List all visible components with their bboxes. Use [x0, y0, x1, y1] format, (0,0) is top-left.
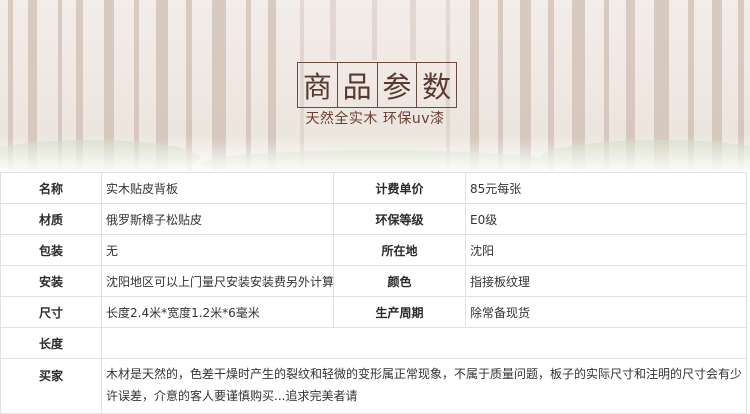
table-row: 买家 木材是天然的，色差干燥时产生的裂纹和轻微的变形属正常现象，不属于质量问题，… — [0, 358, 747, 414]
table-row: 名称 实木贴皮背板 计费单价 85元每张 — [0, 172, 747, 204]
spec-label: 材质 — [0, 203, 102, 235]
spec-label: 生产周期 — [333, 296, 466, 328]
title-char: 参 — [376, 63, 417, 107]
spec-value: E0级 — [465, 203, 747, 235]
banner-fade — [0, 138, 750, 172]
spec-label: 长度 — [0, 327, 102, 359]
table-row: 尺寸 长度2.4米*宽度1.2米*6毫米 生产周期 除常备现货 — [0, 296, 747, 328]
spec-label: 计费单价 — [333, 172, 466, 204]
spec-value: 沈阳 — [465, 234, 747, 266]
title-char: 品 — [336, 63, 377, 107]
buyer-notice-text: 木材是天然的，色差干燥时产生的裂纹和轻微的变形属正常现象，不属于质量问题，板子的… — [101, 358, 747, 414]
spec-value: 无 — [101, 234, 334, 266]
spec-value: 沈阳地区可以上门量尺安装安装费另外计算 — [101, 265, 334, 297]
title-char: 数 — [416, 63, 456, 107]
header-banner: 商 品 参 数 天然全实木 环保uv漆 — [0, 0, 750, 172]
product-spec-table: 名称 实木贴皮背板 计费单价 85元每张 材质 俄罗斯樟子松贴皮 环保等级 E0… — [0, 172, 747, 414]
spec-label: 包装 — [0, 234, 102, 266]
spec-value — [101, 327, 747, 359]
page-title: 商 品 参 数 — [297, 62, 457, 108]
spec-label: 安装 — [0, 265, 102, 297]
spec-value: 俄罗斯樟子松贴皮 — [101, 203, 334, 235]
table-row: 长度 — [0, 327, 747, 359]
spec-value: 实木贴皮背板 — [101, 172, 334, 204]
spec-label: 尺寸 — [0, 296, 102, 328]
spec-label: 名称 — [0, 172, 102, 204]
table-row: 包装 无 所在地 沈阳 — [0, 234, 747, 266]
spec-value: 指接板纹理 — [465, 265, 747, 297]
spec-value: 除常备现货 — [465, 296, 747, 328]
spec-value: 长度2.4米*宽度1.2米*6毫米 — [101, 296, 334, 328]
spec-value: 85元每张 — [465, 172, 747, 204]
spec-label: 买家 — [0, 358, 102, 414]
spec-label: 颜色 — [333, 265, 466, 297]
spec-label: 环保等级 — [333, 203, 466, 235]
title-char: 商 — [302, 70, 332, 104]
page-subtitle: 天然全实木 环保uv漆 — [305, 111, 445, 127]
table-row: 安装 沈阳地区可以上门量尺安装安装费另外计算 颜色 指接板纹理 — [0, 265, 747, 297]
table-row: 材质 俄罗斯樟子松贴皮 环保等级 E0级 — [0, 203, 747, 235]
spec-label: 所在地 — [333, 234, 466, 266]
